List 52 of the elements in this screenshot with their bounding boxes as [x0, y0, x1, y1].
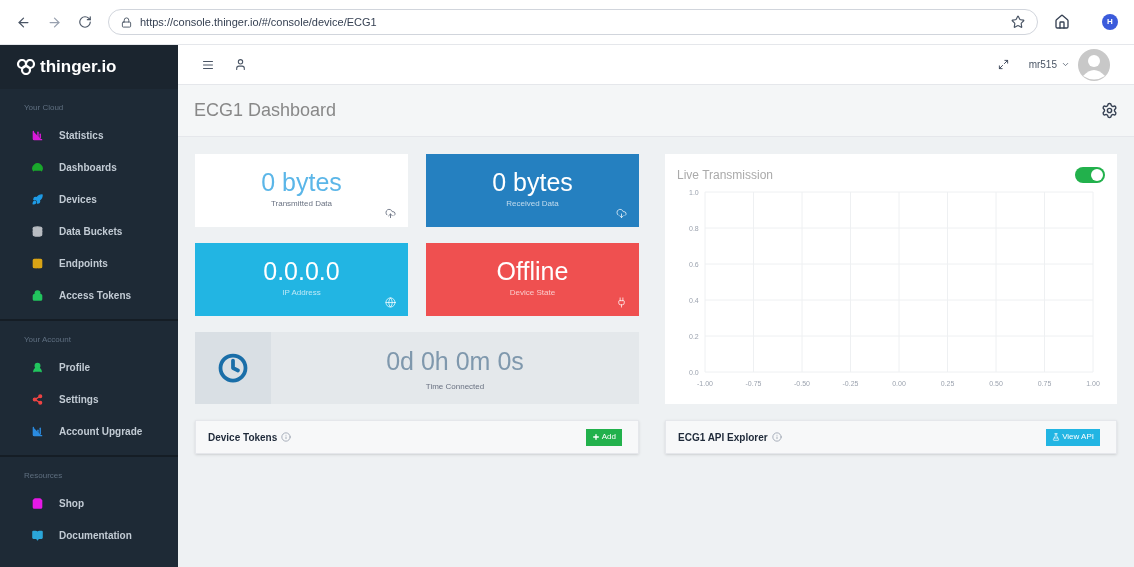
plug-icon: [616, 297, 627, 308]
home-icon[interactable]: [1054, 14, 1070, 30]
section-heading: Your Cloud: [23, 102, 65, 114]
flask-icon: [1052, 433, 1061, 441]
time-label: Time Connected: [425, 380, 485, 393]
stat-label: Transmitted Data: [270, 198, 333, 210]
section-heading: Resources: [23, 470, 64, 482]
time-value: 0d 0h 0m 0s: [386, 346, 524, 378]
sidebar-item[interactable]: Shop: [0, 487, 178, 519]
panel-title: Device Tokens: [208, 430, 278, 445]
user-icon[interactable]: [234, 58, 247, 71]
profile-avatar[interactable]: H: [1102, 14, 1118, 30]
caret-icon: [1061, 60, 1070, 69]
lock-icon: [121, 16, 132, 28]
stat-value: 0.0.0.0: [263, 256, 340, 287]
sidebar-item[interactable]: Access Tokens: [0, 279, 178, 311]
chart-title: Live Transmission: [677, 167, 774, 184]
back-icon[interactable]: [16, 14, 31, 30]
logo-icon: [16, 59, 36, 75]
cloud-download-icon: [616, 208, 627, 219]
stat-label: IP Address: [282, 287, 321, 299]
page-title: ECG1 Dashboard: [194, 99, 337, 122]
sidebar-item[interactable]: Settings: [0, 383, 178, 415]
stat-value: 0 bytes: [261, 167, 342, 198]
forward-icon[interactable]: [47, 14, 62, 30]
stat-label: Device State: [509, 287, 556, 299]
sidebar-item[interactable]: Account Upgrade: [0, 415, 178, 447]
sidebar-item[interactable]: Devices: [0, 183, 178, 215]
sidebar-item[interactable]: Profile: [0, 351, 178, 383]
sidebar-item[interactable]: Statistics: [0, 119, 178, 151]
star-icon[interactable]: [1011, 15, 1025, 29]
stat-value: 0 bytes: [492, 167, 573, 198]
settings-icon[interactable]: [1101, 102, 1118, 119]
sidebar-item[interactable]: Data Buckets: [0, 215, 178, 247]
sidebar-item[interactable]: Dashboards: [0, 151, 178, 183]
section-heading: Your Account: [23, 334, 72, 346]
stat-value: Offline: [496, 256, 569, 287]
plus-icon: [591, 433, 600, 441]
panel-title: ECG1 API Explorer: [678, 430, 768, 445]
clock-icon: [218, 353, 248, 383]
stat-label: Received Data: [506, 198, 559, 210]
cloud-upload-icon: [385, 208, 396, 219]
expand-icon[interactable]: [997, 59, 1009, 70]
globe-icon: [385, 297, 396, 308]
live-toggle[interactable]: [1075, 167, 1105, 183]
menu-icon[interactable]: [202, 58, 214, 71]
logo-text: thinger.io: [40, 56, 117, 79]
sidebar-item[interactable]: Endpoints: [0, 247, 178, 279]
user-menu[interactable]: mr515: [1028, 57, 1070, 72]
url-text: https://console.thinger.io/#/console/device/ECG1: [140, 14, 377, 30]
sidebar-item[interactable]: Documentation: [0, 519, 178, 551]
reload-icon[interactable]: [78, 15, 92, 29]
